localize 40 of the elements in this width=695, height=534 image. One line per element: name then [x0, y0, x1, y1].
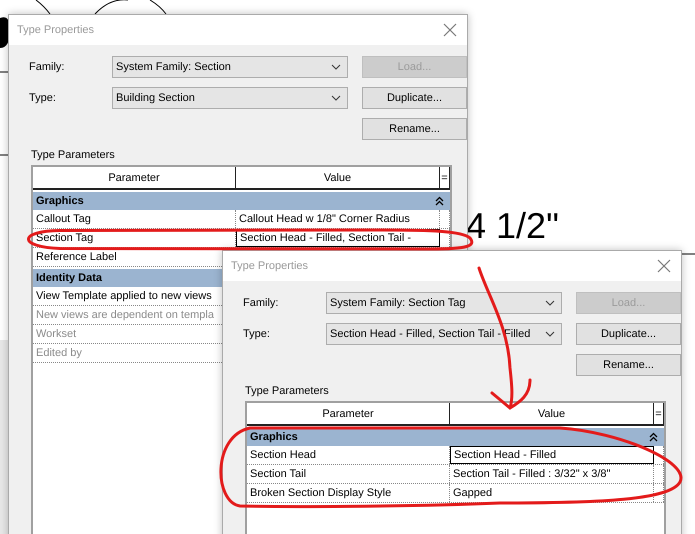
- field-label: Type:: [29, 92, 57, 104]
- value-cell[interactable]: Section Head - Filled, Section Tail -: [236, 229, 440, 247]
- chevron-icon: [331, 95, 341, 101]
- duplicate-button[interactable]: Duplicate...: [576, 323, 681, 345]
- value-cell[interactable]: Callout Head w 1/8" Corner Radius: [236, 210, 440, 228]
- parameter-cell: Section Tail: [247, 465, 450, 483]
- parameter-cell: Section Tag: [33, 229, 236, 247]
- field-label: Family:: [243, 297, 280, 309]
- section-label: Type Parameters: [31, 149, 116, 161]
- window-title: Type Properties: [17, 24, 94, 36]
- chevron-icon: [545, 331, 555, 337]
- column-header[interactable]: =: [654, 403, 664, 424]
- field-label: Type:: [243, 328, 271, 340]
- column-header[interactable]: Parameter: [33, 167, 236, 188]
- parameter-cell: Broken Section Display Style: [247, 484, 450, 502]
- column-header[interactable]: Parameter: [247, 403, 450, 424]
- value-cell[interactable]: Section Tail - Filled : 3/32" x 3/8": [450, 465, 654, 483]
- dimension-text: 4 1/2": [466, 206, 559, 246]
- collapse-icon[interactable]: [649, 432, 658, 442]
- section-label: Type Parameters: [245, 385, 330, 397]
- chevron-icon: [545, 300, 555, 306]
- duplicate-button[interactable]: Duplicate...: [362, 87, 467, 109]
- column-header[interactable]: Value: [450, 403, 654, 424]
- collapse-icon[interactable]: [435, 196, 444, 206]
- value-cell[interactable]: Gapped: [450, 484, 654, 502]
- family-dropdown[interactable]: System Family: Section: [112, 56, 348, 78]
- parameter-cell: Callout Tag: [33, 210, 236, 228]
- close-icon[interactable]: [657, 259, 671, 273]
- close-icon[interactable]: [443, 23, 457, 37]
- rename-button[interactable]: Rename...: [362, 118, 467, 140]
- value-cell[interactable]: Section Head - Filled: [450, 446, 654, 464]
- chevron-icon: [331, 64, 341, 70]
- type-dropdown[interactable]: Building Section: [112, 87, 348, 109]
- parameter-cell: Section Head: [247, 446, 450, 464]
- family-dropdown[interactable]: System Family: Section Tag: [326, 292, 562, 314]
- column-header[interactable]: =: [440, 167, 450, 188]
- column-header[interactable]: Value: [236, 167, 440, 188]
- group-header[interactable]: Graphics: [33, 192, 450, 210]
- rename-button[interactable]: Rename...: [576, 354, 681, 376]
- field-label: Family:: [29, 61, 66, 73]
